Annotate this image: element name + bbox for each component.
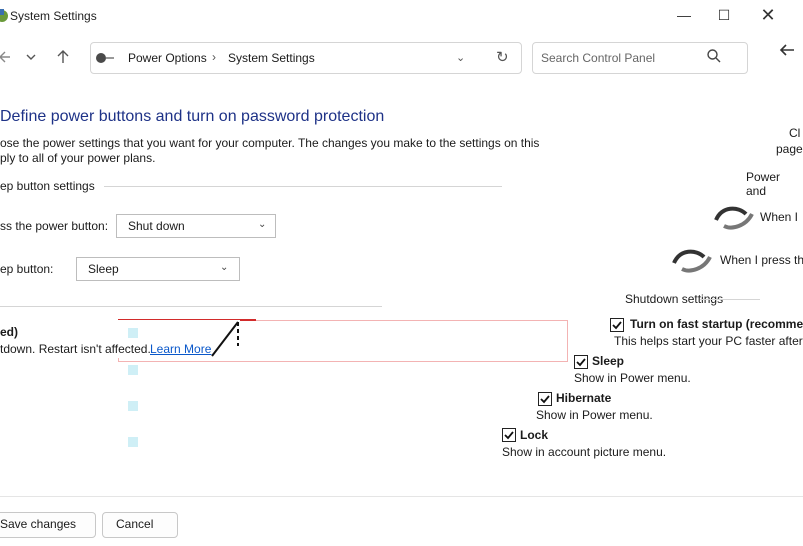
overlay-text-fragment: Power and [746,170,781,198]
sleep-label: Sleep [592,354,625,368]
ghost-arrow-icon [208,318,246,358]
fast-startup-label-fragment: ed) [0,325,18,339]
breadcrumb-separator: › [212,50,216,64]
search-icon[interactable] [706,48,722,64]
shield-swirl-icon [712,200,758,232]
section-divider [0,306,382,307]
chevron-down-icon[interactable]: ⌄ [258,219,266,230]
lock-checkbox[interactable] [502,428,516,442]
back-arrow-icon[interactable] [0,49,12,65]
power-options-icon [94,49,116,65]
maximize-button[interactable]: ☐ [704,4,744,28]
hibernate-label: Hibernate [556,391,612,405]
overlay-text-fragment: When I [760,210,799,224]
recent-locations-chevron-icon[interactable] [24,50,38,64]
learn-more-link[interactable]: Learn More [150,342,211,356]
sleep-button-label: ep button: [0,262,54,276]
lock-label: Lock [520,428,549,442]
lock-description: Show in account picture menu. [502,445,667,459]
refresh-icon[interactable]: ↻ [496,48,509,66]
breadcrumb-system-settings[interactable]: System Settings [228,51,315,65]
power-button-label: ss the power button: [0,219,109,233]
fast-startup-label: Turn on fast startup (recommen [630,317,803,331]
section-divider [104,186,502,187]
overlay-text-fragment: page [776,142,803,156]
minimize-button[interactable]: — [664,4,704,28]
power-button-value[interactable]: Shut down [128,219,185,233]
ghost-checkbox [128,365,138,375]
fast-startup-checkbox[interactable] [610,318,624,332]
back-arrow-icon[interactable] [778,43,796,57]
power-options-icon [0,7,10,23]
footer-divider [0,496,803,497]
section-divider [700,299,760,300]
window-title: System Settings [10,9,97,23]
ghost-checkbox [128,328,138,338]
ghost-checkbox [128,437,138,447]
ghost-checkbox [128,401,138,411]
page-description: ose the power settings that you want for… [0,136,540,150]
up-arrow-icon[interactable] [56,49,70,65]
search-input[interactable]: Search Control Panel [541,51,655,65]
hibernate-description: Show in Power menu. [536,408,653,422]
chevron-down-icon[interactable]: ⌄ [220,262,228,273]
sleep-button-value[interactable]: Sleep [88,262,119,276]
breadcrumb-power-options[interactable]: Power Options [128,51,207,65]
cancel-label[interactable]: Cancel [116,517,153,531]
overlay-text-fragment: When I press the [720,253,803,267]
save-changes-label[interactable]: Save changes [0,517,76,531]
close-button[interactable]: ✕ [748,4,788,28]
page-title: Define power buttons and turn on passwor… [0,108,385,125]
hibernate-checkbox[interactable] [538,392,552,406]
sleep-checkbox[interactable] [574,355,588,369]
overlay-text-fragment: Cl [789,126,801,140]
address-dropdown-icon[interactable]: ⌄ [456,51,465,64]
section-label: ep button settings [0,179,95,193]
shield-swirl-icon [670,243,718,275]
sleep-description: Show in Power menu. [574,371,691,385]
fast-startup-description: This helps start your PC faster after s [614,334,803,348]
fast-startup-desc-fragment: tdown. Restart isn't affected. [0,342,151,356]
page-description: ply to all of your power plans. [0,151,156,165]
